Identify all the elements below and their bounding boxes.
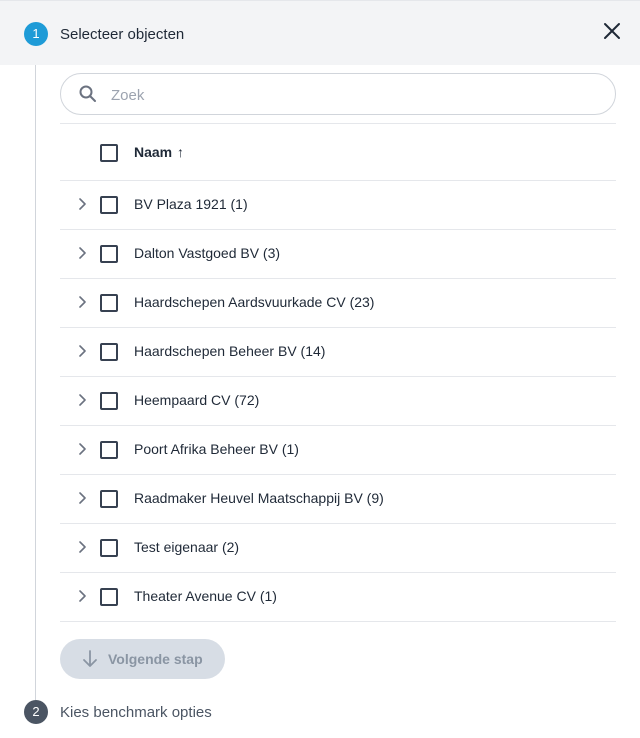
chevron-right-icon[interactable] <box>76 296 88 308</box>
table-row[interactable]: BV Plaza 1921 (1) <box>60 181 616 230</box>
row-checkbox[interactable] <box>100 294 118 312</box>
chevron-right-icon[interactable] <box>76 443 88 455</box>
search-input[interactable] <box>109 82 593 108</box>
close-icon <box>604 23 620 39</box>
row-label: Heempaard CV (72) <box>134 392 260 408</box>
chevron-right-icon[interactable] <box>76 198 88 210</box>
row-checkbox[interactable] <box>100 490 118 508</box>
column-header-name[interactable]: Naam <box>134 144 172 160</box>
table-row[interactable]: Haardschepen Aardsvuurkade CV (23) <box>60 279 616 328</box>
next-step-button[interactable]: Volgende stap <box>60 639 225 679</box>
arrow-down-icon <box>83 650 97 667</box>
step-2-badge: 2 <box>24 700 48 724</box>
row-label: Theater Avenue CV (1) <box>134 588 277 604</box>
step-connector-line <box>35 65 36 700</box>
row-checkbox[interactable] <box>100 588 118 606</box>
chevron-right-icon[interactable] <box>76 394 88 406</box>
row-checkbox[interactable] <box>100 539 118 557</box>
row-label: Haardschepen Beheer BV (14) <box>134 343 326 359</box>
row-checkbox[interactable] <box>100 441 118 459</box>
object-list: BV Plaza 1921 (1) Dalton Vastgoed BV (3) H… <box>60 181 616 622</box>
table-row[interactable]: Poort Afrika Beheer BV (1) <box>60 426 616 475</box>
close-button[interactable] <box>600 19 624 43</box>
table-header-row: Naam ↑ <box>60 124 616 181</box>
table-row[interactable]: Haardschepen Beheer BV (14) <box>60 328 616 377</box>
row-label: BV Plaza 1921 (1) <box>134 196 248 212</box>
step-2-title[interactable]: Kies benchmark opties <box>60 704 212 721</box>
chevron-right-icon[interactable] <box>76 492 88 504</box>
row-label: Dalton Vastgoed BV (3) <box>134 245 281 261</box>
chevron-right-icon[interactable] <box>76 345 88 357</box>
table-row[interactable]: Heempaard CV (72) <box>60 377 616 426</box>
row-label: Haardschepen Aardsvuurkade CV (23) <box>134 294 375 310</box>
step-header: 1 Selecteer objecten <box>0 0 640 65</box>
step-1-badge: 1 <box>24 22 48 46</box>
row-label: Raadmaker Heuvel Maatschappij BV (9) <box>134 490 384 506</box>
row-checkbox[interactable] <box>100 392 118 410</box>
next-step-label: Volgende stap <box>108 651 203 667</box>
row-checkbox[interactable] <box>100 343 118 361</box>
chevron-right-icon[interactable] <box>76 541 88 553</box>
table-row[interactable]: Test eigenaar (2) <box>60 524 616 573</box>
search-box[interactable] <box>60 73 616 115</box>
row-label: Test eigenaar (2) <box>134 539 240 555</box>
chevron-right-icon[interactable] <box>76 247 88 259</box>
select-all-checkbox[interactable] <box>100 144 118 162</box>
chevron-right-icon[interactable] <box>76 590 88 602</box>
row-label: Poort Afrika Beheer BV (1) <box>134 441 299 457</box>
table-row[interactable]: Theater Avenue CV (1) <box>60 573 616 622</box>
row-checkbox[interactable] <box>100 196 118 214</box>
step-1-title: Selecteer objecten <box>60 26 185 43</box>
row-checkbox[interactable] <box>100 245 118 263</box>
sort-ascending-icon[interactable]: ↑ <box>177 144 184 160</box>
table-row[interactable]: Dalton Vastgoed BV (3) <box>60 230 616 279</box>
search-icon <box>79 85 96 102</box>
table-row[interactable]: Raadmaker Heuvel Maatschappij BV (9) <box>60 475 616 524</box>
